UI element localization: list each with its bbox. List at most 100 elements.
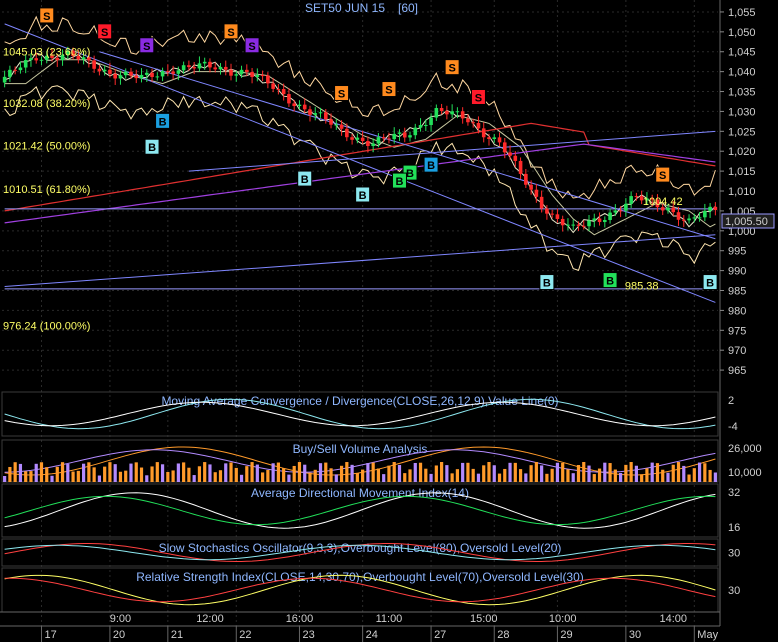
volume-bar [82, 463, 86, 482]
candle-body [155, 76, 160, 78]
volume-bar [403, 473, 407, 482]
candle-body [313, 113, 318, 115]
y-tick-label: 1,050 [728, 27, 756, 39]
volume-bar [361, 469, 365, 482]
volume-bar [392, 462, 396, 482]
candle-body [397, 132, 402, 134]
x-date-label: 22 [239, 629, 251, 641]
y-tick-label: 1,055 [728, 7, 756, 19]
candle-body [424, 125, 428, 127]
candle-body [160, 71, 165, 77]
signal-label: S [248, 41, 255, 53]
candle-body [629, 196, 633, 204]
candle-body [550, 213, 554, 215]
volume-bar [329, 468, 333, 482]
volume-bar [287, 474, 291, 482]
candle-body [402, 132, 407, 138]
candle-body [439, 108, 444, 112]
candle-body [666, 207, 670, 211]
candle-body [350, 137, 354, 140]
volume-bar [482, 465, 486, 482]
volume-bar [461, 462, 465, 482]
volume-bar [582, 462, 586, 482]
candle-body [297, 104, 302, 107]
volume-bar [208, 464, 212, 482]
x-date-label: 20 [113, 629, 125, 641]
candle-body [676, 212, 681, 220]
candle-body [187, 65, 191, 68]
volume-bar [561, 462, 565, 482]
volume-bar [187, 467, 191, 482]
volume-bar [592, 474, 596, 482]
candle-body [571, 224, 576, 226]
volume-bar [97, 475, 101, 482]
candle-body [129, 71, 133, 76]
candle-body [587, 220, 591, 227]
x-time-label: 14:00 [659, 613, 687, 625]
volume-bar [471, 468, 475, 482]
volume-bar [492, 465, 496, 482]
volume-bar [334, 474, 338, 482]
volume-bar [250, 462, 254, 482]
volume-bar [308, 472, 312, 482]
candle-body [113, 73, 117, 79]
fib-label: 1032.08 (38.20%) [3, 98, 90, 110]
candle-body [545, 208, 549, 214]
signal-label: S [43, 11, 50, 23]
volume-bar [203, 462, 207, 482]
x-time-label: 15:00 [470, 613, 498, 625]
volume-bar [455, 469, 459, 482]
candle-body [697, 217, 702, 219]
candle-body [208, 61, 212, 68]
volume-bar [192, 475, 196, 482]
candle-body [613, 210, 618, 213]
candle-body [166, 71, 170, 73]
volume-bar [445, 465, 449, 482]
candle-body [181, 65, 186, 71]
candle-body [471, 122, 475, 124]
candle-body [355, 137, 360, 140]
price-annotation: 985.38 [625, 280, 659, 292]
candle-body [381, 137, 386, 139]
volume-bar [513, 462, 517, 482]
candle-body [387, 138, 391, 140]
signal-label: B [706, 278, 714, 290]
volume-bar [45, 467, 49, 482]
candle-body [713, 206, 718, 211]
volume-bar [487, 462, 491, 482]
volume-bar [50, 475, 54, 482]
candle-body [245, 69, 249, 72]
candle-body [134, 75, 139, 79]
candle-body [176, 70, 181, 74]
volume-bar [71, 471, 75, 482]
x-date-label: 24 [366, 629, 378, 641]
volume-bar [345, 462, 349, 482]
volume-bar [671, 464, 675, 482]
volume-bar [650, 462, 654, 482]
volume-bar [34, 463, 38, 482]
chart-period: [60] [398, 1, 418, 15]
volume-bar [529, 465, 533, 482]
volume-bar [503, 468, 507, 482]
signal-label: B [406, 168, 414, 180]
candle-body [518, 160, 523, 174]
candle-body [408, 135, 412, 138]
volume-bar [376, 468, 381, 482]
volume-bar [508, 462, 512, 482]
volume-bar [366, 463, 370, 482]
candle-body [229, 69, 233, 76]
candle-body [618, 210, 623, 212]
volume-bar [713, 472, 717, 482]
volume-bar [434, 465, 438, 482]
volume-bar [229, 462, 233, 482]
candle-body [345, 128, 349, 138]
volume-bar [176, 463, 180, 482]
candle-body [508, 152, 512, 156]
volume-bar [534, 462, 538, 482]
candle-body [302, 104, 307, 110]
volume-bar [355, 472, 359, 482]
candle-body [560, 218, 565, 226]
volume-bar [76, 470, 80, 482]
volume-bar [476, 473, 481, 482]
volume-bar [576, 465, 581, 482]
